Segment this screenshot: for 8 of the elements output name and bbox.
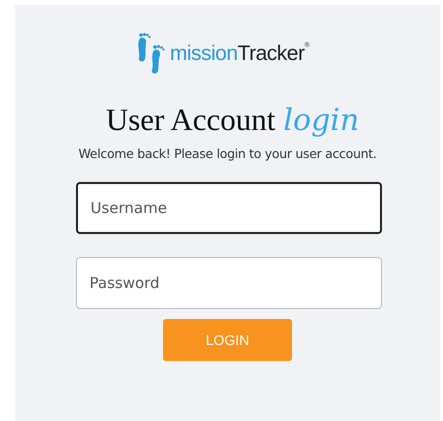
footprints-icon — [136, 32, 166, 76]
page-title: User Account — [106, 102, 276, 138]
welcome-text: Welcome back! Please login to your user account. — [78, 146, 376, 161]
username-field[interactable]: Username — [76, 182, 382, 234]
brand-name: missionTracker$^{®}$ — [170, 42, 310, 66]
title-accent: login — [283, 103, 360, 138]
password-field[interactable]: Password — [76, 257, 382, 309]
login-button[interactable]: LOGIN — [163, 319, 292, 361]
